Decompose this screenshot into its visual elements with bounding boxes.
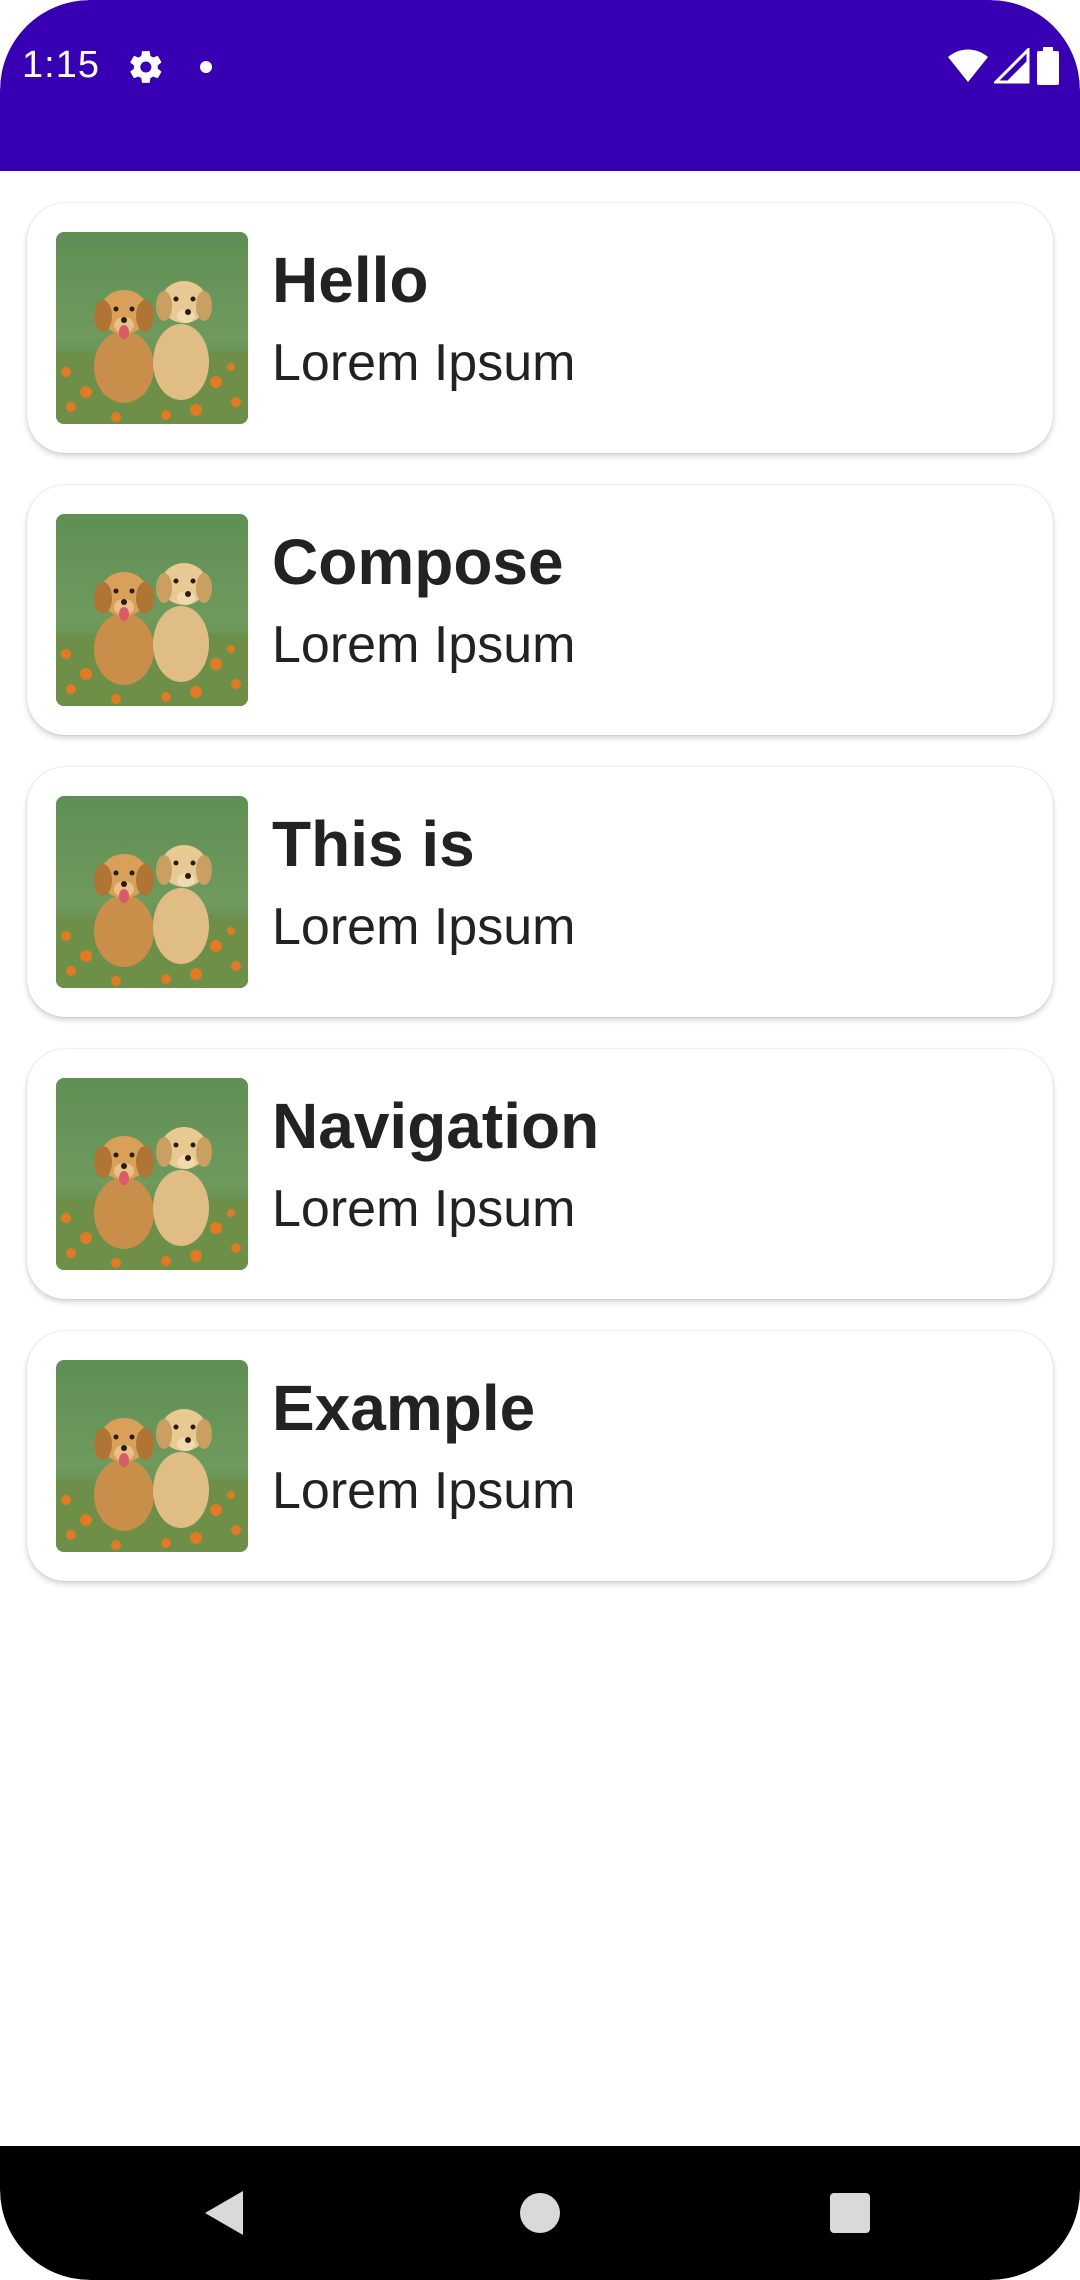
status-bar: 1:15 xyxy=(0,0,1080,171)
item-subtitle: Lorem Ipsum xyxy=(272,1462,576,1520)
item-subtitle: Lorem Ipsum xyxy=(272,616,576,674)
recents-icon[interactable] xyxy=(815,2178,885,2248)
notification-dot-icon xyxy=(200,61,212,73)
item-title: Example xyxy=(272,1372,536,1444)
item-title: Navigation xyxy=(272,1090,600,1162)
cell-signal-icon xyxy=(992,45,1030,89)
item-title: This is xyxy=(272,808,475,880)
app-screen: 1:15 Hello Lorem Ipsum Compose Lorem Ips… xyxy=(0,0,1080,2280)
status-time: 1:15 xyxy=(22,44,100,86)
back-icon[interactable] xyxy=(190,2178,260,2248)
puppies-image xyxy=(56,1078,248,1270)
list-item-2[interactable]: Compose Lorem Ipsum xyxy=(27,485,1053,735)
battery-icon xyxy=(1036,46,1060,90)
list-item-4[interactable]: Navigation Lorem Ipsum xyxy=(27,1049,1053,1299)
wifi-icon xyxy=(948,49,988,88)
status-icons xyxy=(948,45,1060,90)
item-subtitle: Lorem Ipsum xyxy=(272,334,576,392)
puppies-image xyxy=(56,514,248,706)
item-title: Compose xyxy=(272,526,564,598)
item-list: Hello Lorem Ipsum Compose Lorem Ipsum Th… xyxy=(27,203,1053,1613)
puppies-image xyxy=(56,796,248,988)
item-subtitle: Lorem Ipsum xyxy=(272,1180,576,1238)
item-subtitle: Lorem Ipsum xyxy=(272,898,576,956)
home-icon[interactable] xyxy=(505,2178,575,2248)
puppies-image xyxy=(56,1360,248,1552)
list-item-5[interactable]: Example Lorem Ipsum xyxy=(27,1331,1053,1581)
navigation-bar xyxy=(0,2146,1080,2280)
puppies-image xyxy=(56,232,248,424)
list-item-1[interactable]: Hello Lorem Ipsum xyxy=(27,203,1053,453)
list-item-3[interactable]: This is Lorem Ipsum xyxy=(27,767,1053,1017)
gear-icon xyxy=(127,48,165,86)
item-title: Hello xyxy=(272,244,429,316)
